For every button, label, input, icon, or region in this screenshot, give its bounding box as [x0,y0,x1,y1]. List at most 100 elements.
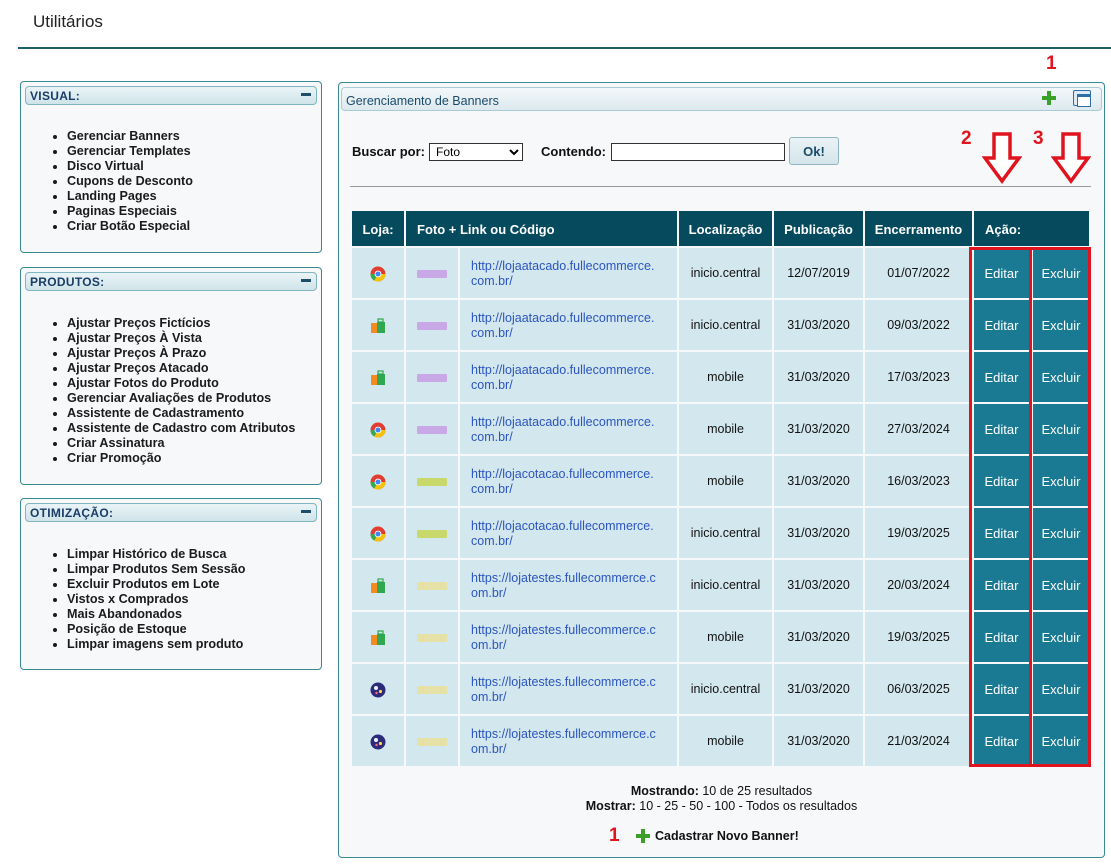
chrome-icon [370,474,386,490]
banner-link[interactable]: http://lojaatacado.fullecommerce. com.br/ [460,300,677,350]
col-header-published: Publicação [774,211,863,246]
sidebar-item[interactable]: Limpar imagens sem produto [67,637,245,652]
sidebar-item[interactable]: Ajustar Preços À Prazo [67,346,295,361]
sidebar-item[interactable]: Cupons de Desconto [67,174,193,189]
results-summary: Mostrando: 10 de 25 resultados [338,784,1105,798]
sidebar-item[interactable]: Posição de Estoque [67,622,245,637]
thumb-cell [406,456,458,506]
ends-cell: 20/03/2024 [865,560,972,610]
sidebar-item[interactable]: Mais Abandonados [67,607,245,622]
link-line: http://lojacotacao.fullecommerce. [471,519,654,533]
sidebar-item[interactable]: Criar Assinatura [67,436,295,451]
new-banner-link[interactable]: Cadastrar Novo Banner! [655,829,799,843]
sidebar-item[interactable]: Gerenciar Banners [67,129,193,144]
published-cell: 31/03/2020 [774,612,863,662]
thumb-cell [406,716,458,766]
sidebar-panel-otimizacao: OTIMIZAÇÃO: Limpar Histórico de BuscaLim… [20,498,322,670]
published-cell: 31/03/2020 [774,404,863,454]
chrome-icon [370,422,386,438]
search-by-label: Buscar por: [352,144,425,159]
sidebar-item[interactable]: Ajustar Preços Atacado [67,361,295,376]
banner-link[interactable]: http://lojacotacao.fullecommerce. com.br/ [460,456,677,506]
store-cell [352,404,404,454]
sidebar-item[interactable]: Assistente de Cadastramento [67,406,295,421]
published-cell: 31/03/2020 [774,664,863,714]
search-input[interactable] [611,143,785,161]
banner-thumbnail[interactable] [417,738,447,746]
banner-thumbnail[interactable] [417,478,447,486]
sidebar-item[interactable]: Criar Botão Especial [67,219,193,234]
collapse-icon[interactable] [301,279,311,282]
sidebar-item[interactable]: Criar Promoção [67,451,295,466]
window-icon[interactable] [1073,90,1091,107]
banner-link[interactable]: https://lojatestes.fullecommerce.c om.br/ [460,664,677,714]
sidebar-item[interactable]: Limpar Produtos Sem Sessão [67,562,245,577]
link-line: com.br/ [471,378,513,392]
banner-thumbnail[interactable] [417,686,447,694]
banner-thumbnail[interactable] [417,634,447,642]
sidebar-item[interactable]: Limpar Histórico de Busca [67,547,245,562]
thumb-cell [406,352,458,402]
sidebar-item[interactable]: Gerenciar Templates [67,144,193,159]
link-line: com.br/ [471,326,513,340]
sidebar-item[interactable]: Assistente de Cadastro com Atributos [67,421,295,436]
link-line: com.br/ [471,534,513,548]
ok-button[interactable]: Ok! [789,137,839,165]
banner-thumbnail[interactable] [417,530,447,538]
panel-header-otimizacao[interactable]: OTIMIZAÇÃO: [25,503,317,522]
panel-header-visual[interactable]: VISUAL: [25,86,317,105]
banner-link[interactable]: https://lojatestes.fullecommerce.c om.br/ [460,560,677,610]
sidebar-item[interactable]: Disco Virtual [67,159,193,174]
collapse-icon[interactable] [301,93,311,96]
sidebar-item[interactable]: Landing Pages [67,189,193,204]
banner-thumbnail[interactable] [417,374,447,382]
panel-header-produtos[interactable]: PRODUTOS: [25,272,317,291]
banner-link[interactable]: http://lojaatacado.fullecommerce. com.br/ [460,404,677,454]
sidebar-item[interactable]: Ajustar Preços À Vista [67,331,295,346]
sidebar-panel-visual: VISUAL: Gerenciar BannersGerenciar Templ… [20,81,322,253]
sidebar-item[interactable]: Ajustar Fotos do Produto [67,376,295,391]
link-line: http://lojaatacado.fullecommerce. [471,363,655,377]
sidebar-item[interactable]: Excluir Produtos em Lote [67,577,245,592]
link-line: http://lojaatacado.fullecommerce. [471,259,655,273]
bag-icon [370,578,386,594]
col-header-photo-link: Foto + Link ou Código [406,211,677,246]
link-line: com.br/ [471,274,513,288]
banner-link[interactable]: http://lojaatacado.fullecommerce. com.br/ [460,248,677,298]
location-cell: inicio.central [679,560,772,610]
banner-link[interactable]: http://lojaatacado.fullecommerce. com.br/ [460,352,677,402]
banner-thumbnail[interactable] [417,270,447,278]
ends-cell: 06/03/2025 [865,664,972,714]
banner-thumbnail[interactable] [417,582,447,590]
bag-icon [370,630,386,646]
ends-cell: 09/03/2022 [865,300,972,350]
sidebar-list-visual: Gerenciar BannersGerenciar TemplatesDisc… [67,129,193,234]
thumb-cell [406,248,458,298]
link-line: https://lojatestes.fullecommerce.c [471,623,656,637]
add-banner-icon[interactable] [1042,91,1056,105]
divider [350,186,1091,187]
sidebar-item[interactable]: Ajustar Preços Fictícios [67,316,295,331]
show-options[interactable]: 10 - 25 - 50 - 100 - Todos os resultados [639,799,857,813]
link-line: http://lojaatacado.fullecommerce. [471,415,655,429]
sidebar-item[interactable]: Vistos x Comprados [67,592,245,607]
col-header-location: Localização [679,211,772,246]
sidebar-item[interactable]: Paginas Especiais [67,204,193,219]
sidebar-item[interactable]: Gerenciar Avaliações de Produtos [67,391,295,406]
link-line: om.br/ [471,690,507,704]
banner-link[interactable]: https://lojatestes.fullecommerce.c om.br/ [460,612,677,662]
published-cell: 31/03/2020 [774,300,863,350]
collapse-icon[interactable] [301,510,311,513]
banner-link[interactable]: http://lojacotacao.fullecommerce. com.br/ [460,508,677,558]
search-field-select[interactable]: Foto [429,143,523,161]
sidebar-panel-produtos: PRODUTOS: Ajustar Preços FictíciosAjusta… [20,267,322,485]
col-header-store: Loja: [352,211,404,246]
banner-thumbnail[interactable] [417,426,447,434]
published-cell: 31/03/2020 [774,560,863,610]
location-cell: inicio.central [679,300,772,350]
store-cell [352,456,404,506]
banner-link[interactable]: https://lojatestes.fullecommerce.c om.br/ [460,716,677,766]
add-banner-icon[interactable] [636,829,650,843]
banner-thumbnail[interactable] [417,322,447,330]
link-line: http://lojaatacado.fullecommerce. [471,311,655,325]
